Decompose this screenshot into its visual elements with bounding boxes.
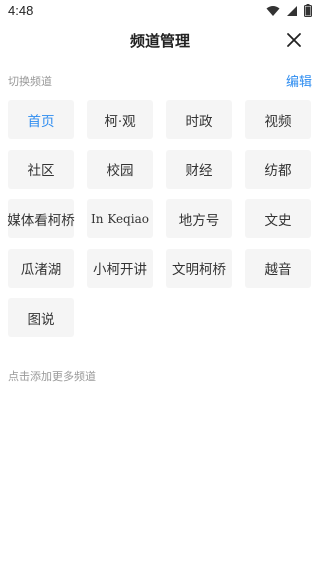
channel-chip[interactable]: 文史 — [245, 199, 311, 238]
channel-chip[interactable]: 财经 — [166, 149, 232, 189]
status-time: 4:48 — [8, 3, 34, 18]
add-channels-label: 点击添加更多频道 — [8, 370, 96, 383]
channel-chip[interactable]: 时政 — [166, 100, 232, 139]
edit-button[interactable]: 编辑 — [286, 71, 312, 90]
channel-chip[interactable]: 媒体看柯桥 — [7, 199, 75, 238]
channel-chip[interactable]: 柯·观 — [87, 100, 153, 139]
channel-chip[interactable]: 瓜渚湖 — [8, 248, 74, 288]
channel-chip[interactable]: 地方号 — [166, 199, 232, 238]
status-icons — [266, 4, 312, 17]
channel-chip[interactable]: 社区 — [8, 149, 74, 189]
channel-chip[interactable]: 越音 — [245, 248, 311, 288]
close-icon — [287, 33, 301, 47]
channel-chip[interactable]: 首页 — [8, 100, 74, 139]
channel-chip[interactable]: 视频 — [245, 100, 311, 139]
channel-chip[interactable]: 图说 — [8, 298, 74, 337]
page-title: 频道管理 — [129, 32, 190, 50]
section-label: 切换频道 — [8, 75, 52, 88]
signal-icon — [287, 5, 297, 16]
status-bar: 4:48 — [0, 0, 320, 24]
channel-chip[interactable]: 小柯开讲 — [87, 248, 153, 288]
header: 频道管理 — [0, 24, 320, 56]
wifi-icon — [266, 5, 280, 16]
close-button[interactable] — [284, 30, 304, 50]
switch-channel-header: 切换频道 编辑 — [8, 70, 312, 90]
channel-chip[interactable]: 纺都 — [245, 149, 311, 189]
battery-icon — [304, 4, 312, 17]
channel-chip[interactable]: 文明柯桥 — [166, 248, 232, 288]
channel-chip[interactable]: In Keqiao — [87, 199, 153, 238]
channel-chip[interactable]: 校园 — [87, 149, 153, 189]
